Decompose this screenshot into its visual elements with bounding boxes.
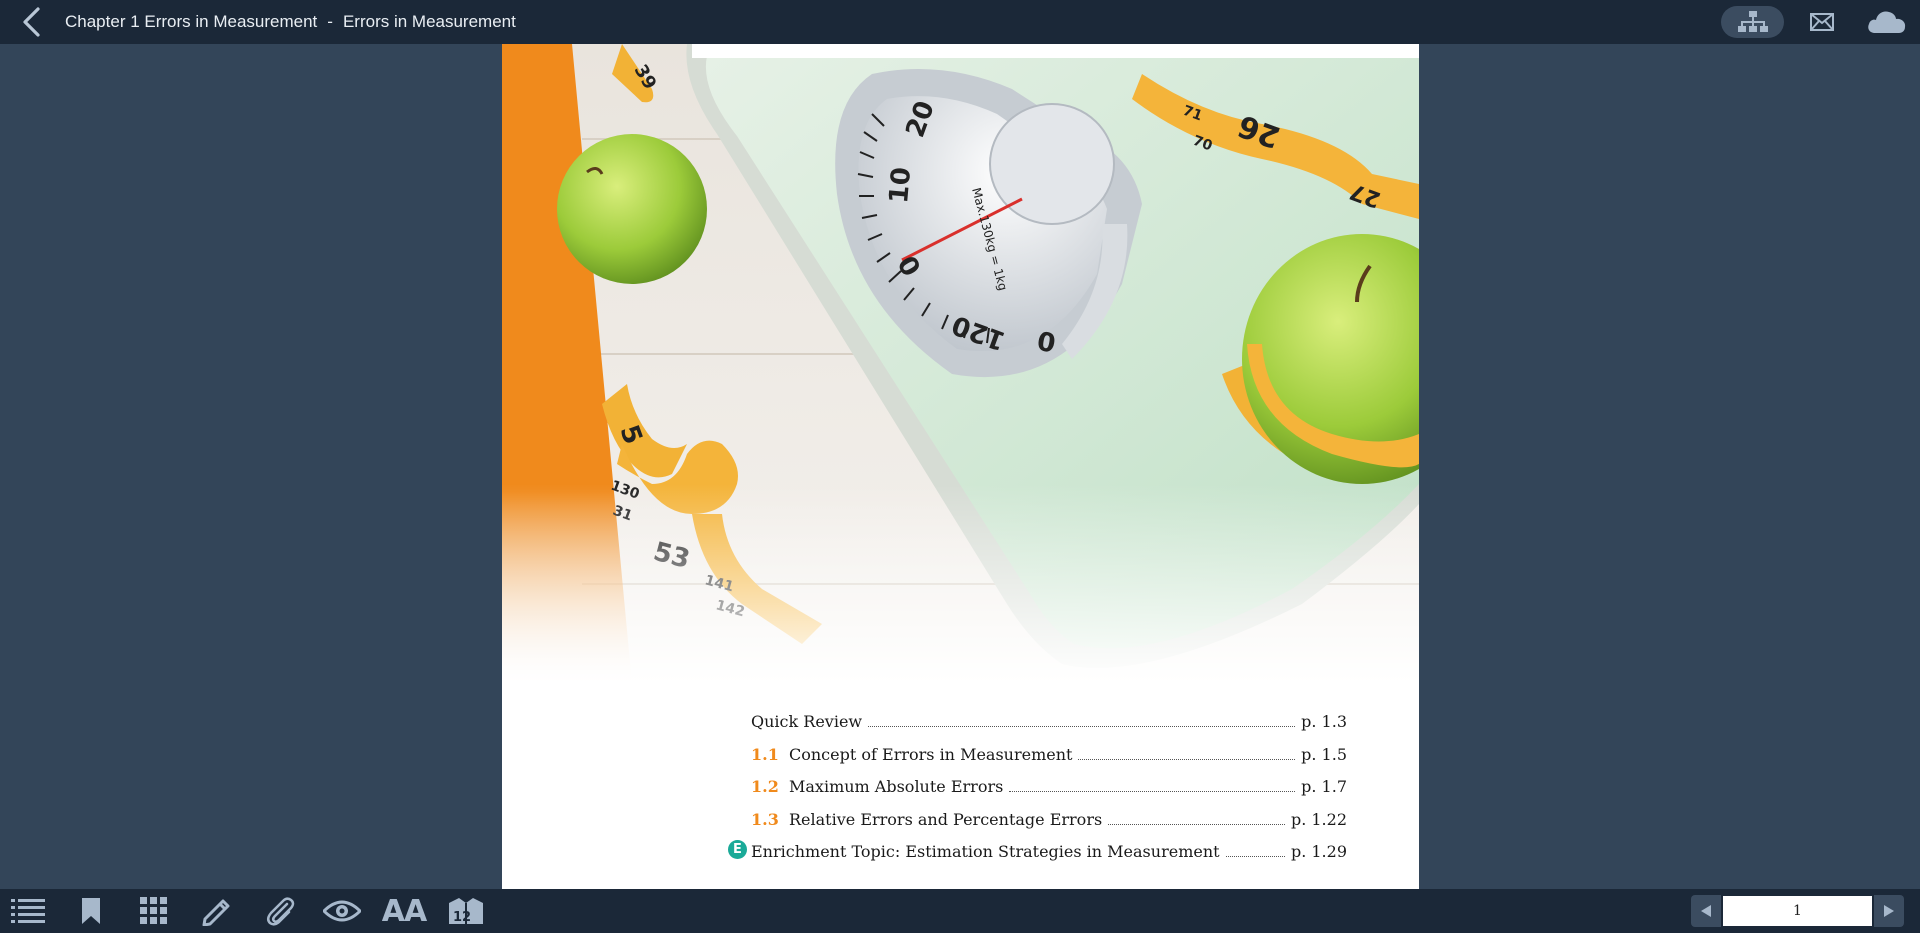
toc-label: Relative Errors and Percentage Errors xyxy=(789,809,1103,829)
toc-page: p. 1.22 xyxy=(1290,809,1347,829)
toc-entry[interactable]: 1.1 Concept of Errors in Measurement p. … xyxy=(751,742,1347,766)
table-of-contents: Quick Review p. 1.3 1.1 Concept of Error… xyxy=(502,44,1419,889)
toc-label: Maximum Absolute Errors xyxy=(789,776,1004,796)
toc-entry[interactable]: Enrichment Topic: Estimation Strategies … xyxy=(751,839,1347,863)
previous-page-button[interactable] xyxy=(1691,895,1721,927)
font-size-icon: AA xyxy=(381,893,427,929)
sitemap-icon xyxy=(1737,11,1768,32)
back-button[interactable] xyxy=(16,6,48,38)
grid-icon xyxy=(140,897,167,924)
cloud-icon xyxy=(1868,11,1906,34)
paperclip-icon xyxy=(267,897,295,926)
chapter-title: Chapter 1 Errors in Measurement xyxy=(65,12,318,31)
section-title: Errors in Measurement xyxy=(342,12,516,31)
list-icon xyxy=(11,899,45,923)
leader-dots xyxy=(1078,758,1296,760)
triangle-right-icon xyxy=(1884,905,1894,917)
chevron-left-icon xyxy=(23,7,40,37)
page-layout-button[interactable]: 12 xyxy=(448,895,484,927)
mail-icon xyxy=(1810,13,1834,31)
toc-label: Enrichment Topic: Estimation Strategies … xyxy=(751,841,1220,861)
font-size-button[interactable]: AA xyxy=(381,893,427,929)
bottom-toolbar: AA 12 xyxy=(0,889,1920,933)
leader-dots xyxy=(1108,823,1285,825)
section-number: 1.3 xyxy=(751,809,779,829)
toc-page: p. 1.29 xyxy=(1290,841,1347,861)
sitemap-button[interactable] xyxy=(1721,6,1784,38)
page-number-input[interactable] xyxy=(1723,896,1872,926)
toc-page: p. 1.3 xyxy=(1301,711,1347,731)
toc-label: Concept of Errors in Measurement xyxy=(789,744,1073,764)
leader-dots xyxy=(868,725,1296,727)
thumbnails-button[interactable] xyxy=(136,895,172,927)
toc-page: p. 1.7 xyxy=(1301,776,1347,796)
toc-button[interactable] xyxy=(10,895,46,927)
annotate-button[interactable] xyxy=(199,895,235,927)
section-number: 1.1 xyxy=(751,744,779,764)
toc-label: Quick Review xyxy=(751,711,863,731)
toc-entry[interactable]: 1.2 Maximum Absolute Errors p. 1.7 xyxy=(751,774,1347,798)
leader-dots xyxy=(1009,790,1296,792)
top-bar: Chapter 1 Errors in Measurement - Errors i… xyxy=(0,0,1920,44)
section-number: 1.2 xyxy=(751,776,779,796)
bookmark-icon xyxy=(82,898,100,924)
toc-entry[interactable]: 1.3 Relative Errors and Percentage Error… xyxy=(751,807,1347,831)
enrichment-badge-icon: E xyxy=(728,840,747,859)
attachment-button[interactable] xyxy=(262,895,298,927)
document-title: Chapter 1 Errors in Measurement - Errors i… xyxy=(65,0,516,44)
bookmark-button[interactable] xyxy=(73,895,109,927)
page-layout-label: 12 xyxy=(453,910,471,925)
mail-button[interactable] xyxy=(1805,6,1839,38)
eye-icon xyxy=(323,900,361,922)
leader-dots xyxy=(1225,855,1285,857)
cloud-button[interactable] xyxy=(1865,6,1909,38)
title-separator: - xyxy=(327,12,333,31)
toc-page: p. 1.5 xyxy=(1301,744,1347,764)
triangle-left-icon xyxy=(1701,905,1711,917)
page-layout-icon: 12 xyxy=(449,898,483,925)
pencil-icon xyxy=(202,899,230,926)
book-page: 20 10 0 120 0 Max.130kg = 1kg 39 71 70 2… xyxy=(502,44,1419,889)
toc-entry[interactable]: Quick Review p. 1.3 xyxy=(751,709,1347,733)
view-button[interactable] xyxy=(322,895,362,927)
next-page-button[interactable] xyxy=(1874,895,1904,927)
